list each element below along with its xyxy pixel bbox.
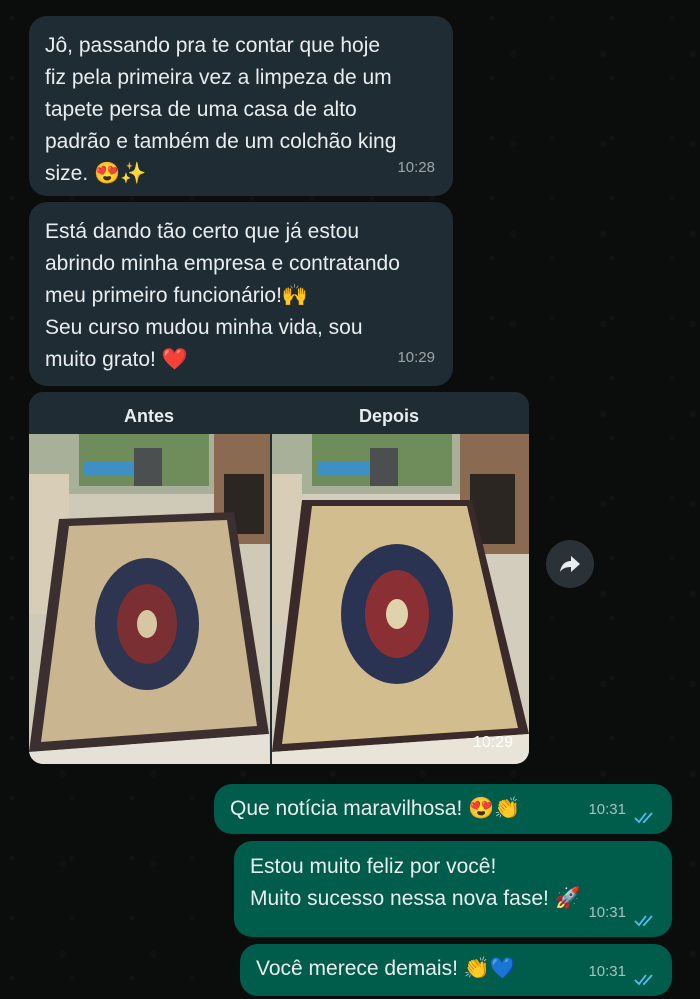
message-text: Jô, passando pra te contar que hoje fiz … bbox=[45, 34, 397, 185]
forward-button[interactable] bbox=[546, 540, 594, 588]
before-label: Antes bbox=[123, 406, 174, 426]
after-photo[interactable]: 10:29 bbox=[272, 434, 529, 764]
message-time: 10:31 bbox=[588, 963, 626, 980]
message-text: Está dando tão certo que já estou abrind… bbox=[45, 220, 400, 371]
message-time: 10:31 bbox=[588, 904, 626, 921]
outgoing-message[interactable]: Você merece demais! 👏💙 10:31 bbox=[240, 944, 672, 996]
message-time: 10:29 bbox=[397, 349, 435, 366]
message-time: 10:28 bbox=[397, 159, 435, 176]
before-photo[interactable] bbox=[29, 434, 270, 764]
incoming-message[interactable]: Está dando tão certo que já estou abrind… bbox=[29, 202, 453, 386]
rug-before-image bbox=[29, 434, 270, 764]
incoming-message[interactable]: Jô, passando pra te contar que hoje fiz … bbox=[29, 16, 453, 196]
image-time: 10:29 bbox=[472, 734, 513, 751]
message-time: 10:31 bbox=[588, 801, 626, 818]
outgoing-message[interactable]: Estou muito feliz por você! Muito sucess… bbox=[234, 841, 672, 937]
rug-after-image bbox=[272, 434, 529, 764]
outgoing-message[interactable]: Que notícia maravilhosa! 😍👏 10:31 bbox=[214, 784, 672, 834]
double-check-icon bbox=[634, 915, 653, 927]
double-check-icon bbox=[634, 974, 653, 986]
double-check-icon bbox=[634, 812, 653, 824]
forward-arrow-icon bbox=[560, 556, 580, 572]
after-label: Depois bbox=[358, 406, 419, 426]
